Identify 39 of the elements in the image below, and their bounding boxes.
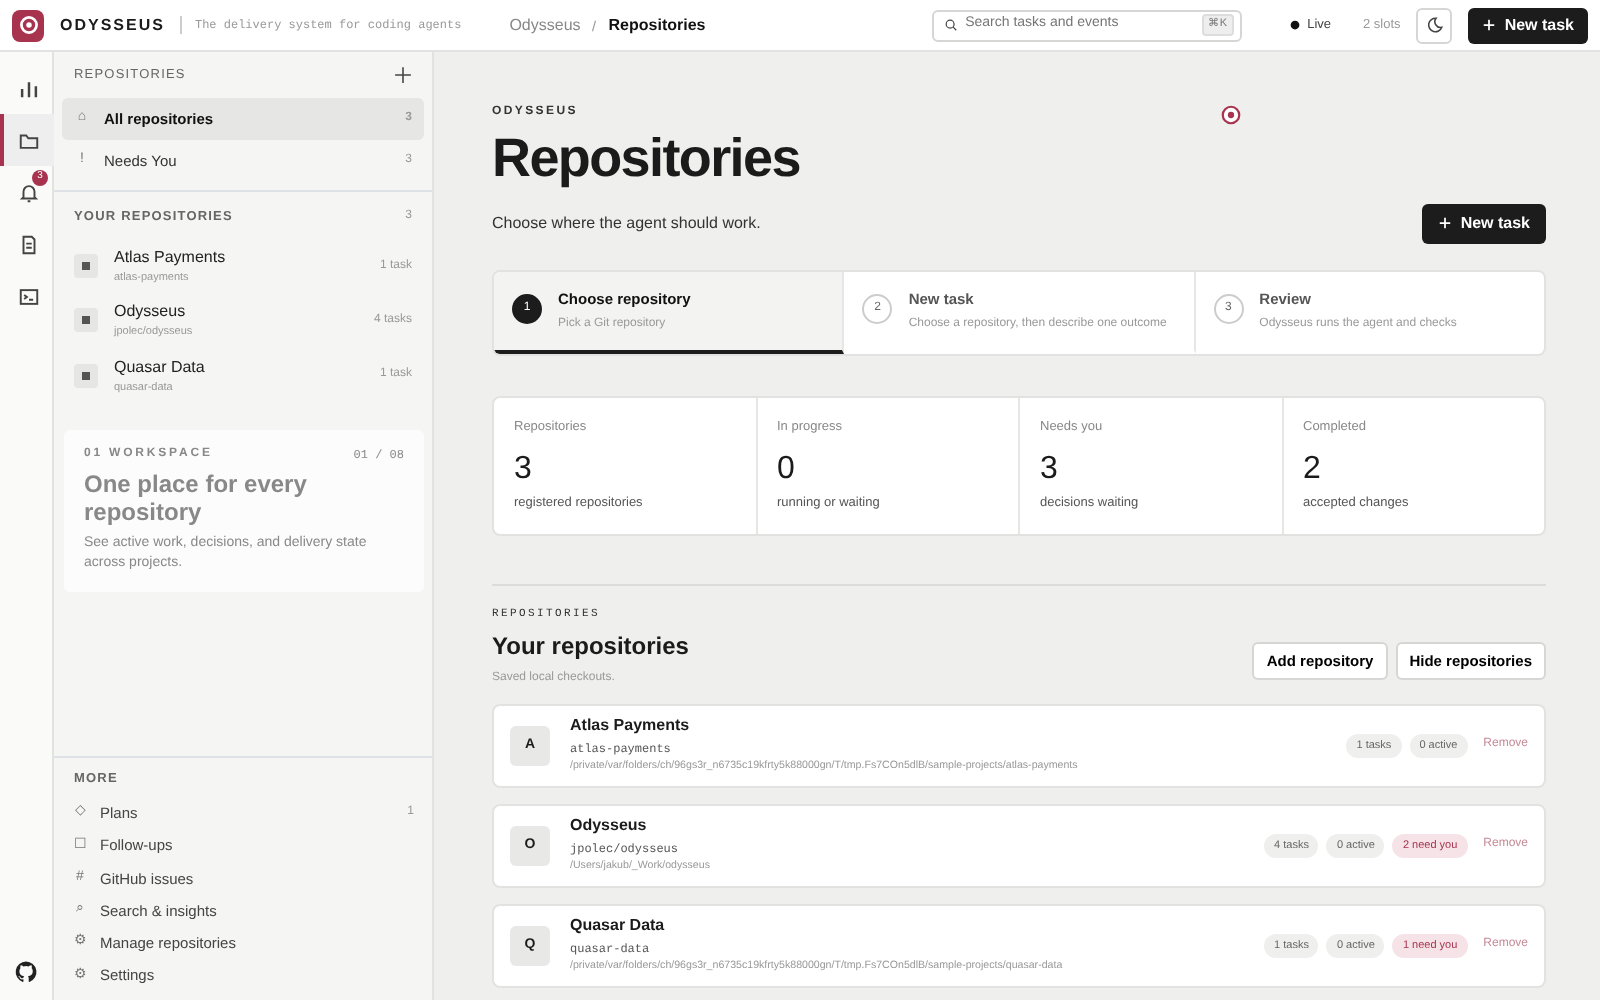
repository-name[interactable]: Quasar Data — [114, 355, 205, 379]
repository-name[interactable]: Quasar Data — [570, 914, 1245, 939]
tour-title: One place for every repository — [84, 470, 309, 528]
repository-name[interactable]: Odysseus — [114, 300, 193, 325]
brand-name: ODYSSEUS — [60, 13, 165, 37]
section-title: Your repositories — [492, 629, 689, 664]
breadcrumb-link[interactable]: Odysseus — [509, 13, 581, 37]
repository-name[interactable]: Odysseus — [570, 814, 1245, 839]
page-title: Repositories — [492, 130, 802, 190]
status-dot-icon — [1289, 20, 1300, 30]
repository-name[interactable]: Atlas Payments — [114, 246, 226, 270]
octocat-icon — [14, 960, 38, 984]
new-task-button[interactable]: New task — [1422, 203, 1546, 244]
repository-icon — [74, 308, 98, 333]
breadcrumb-separator-icon — [588, 17, 601, 33]
stat-value: 0 — [777, 449, 797, 488]
folder-icon — [18, 129, 40, 151]
search-icon — [943, 18, 958, 32]
theme-toggle-button[interactable] — [1416, 7, 1453, 43]
plus-icon — [1438, 216, 1453, 231]
stat-value: 3 — [514, 449, 534, 488]
target-icon — [1220, 104, 1242, 126]
breadcrumb-link[interactable]: Repositories — [608, 13, 706, 37]
document-icon — [18, 233, 40, 255]
repository-icon — [74, 363, 98, 388]
repository-icon — [74, 254, 98, 279]
moon-icon — [1425, 16, 1444, 34]
repository-name[interactable]: Atlas Payments — [570, 714, 1327, 739]
stat-value: 2 — [1303, 449, 1323, 488]
add-icon[interactable] — [394, 66, 412, 85]
new-task-button[interactable]: New task — [1468, 7, 1588, 43]
plus-icon — [1482, 18, 1497, 32]
stat-value: 3 — [1040, 449, 1060, 488]
logo-icon — [12, 9, 44, 41]
page-subtitle: Choose where the agent should work. — [492, 211, 761, 236]
chart-icon — [18, 77, 40, 99]
bell-icon — [18, 181, 40, 203]
terminal-icon — [18, 285, 40, 307]
rail-tab[interactable] — [0, 114, 54, 166]
